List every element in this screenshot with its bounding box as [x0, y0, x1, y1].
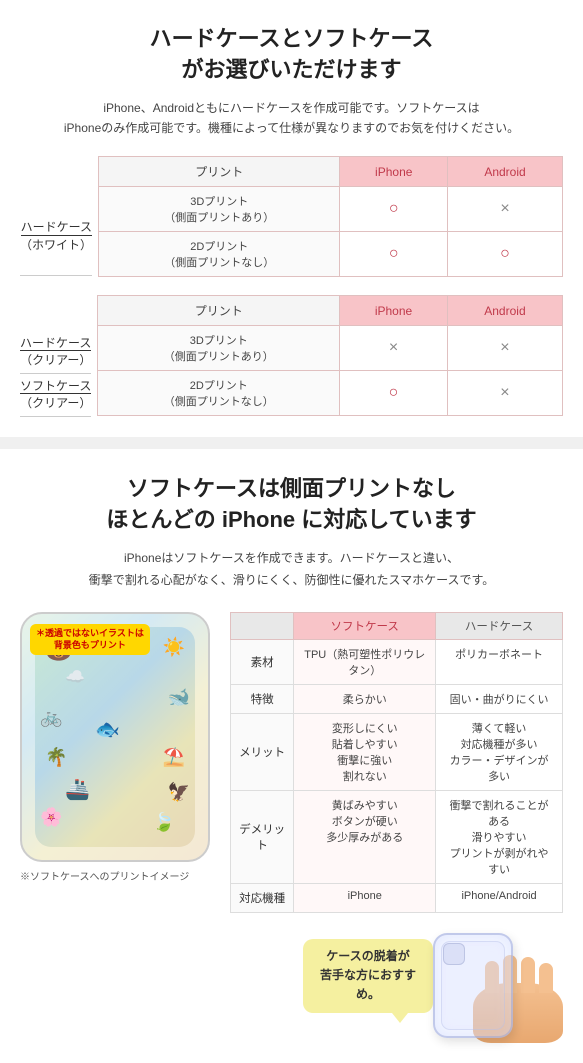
finger2: [521, 957, 535, 993]
col-android-1: Android: [448, 157, 563, 187]
phone-inner: 🐻 ☀️ ☁️ 🐋 🚲 🐟 🌴 ⛱️ 🚢 🦅 🌸 🍃: [35, 627, 195, 847]
table-row: 3Dプリント（側面プリントあり） × ×: [98, 326, 563, 371]
iphone-3d-clear: ×: [340, 326, 448, 371]
comp-soft-device: iPhone: [294, 883, 436, 912]
section2-desc: iPhoneはソフトケースを作成できます。ハードケースと違い、衝撃で割れる心配が…: [20, 548, 563, 591]
android-3d-clear: ×: [447, 326, 562, 371]
side-label-soft-clear: ソフトケース（クリアー）: [20, 374, 91, 417]
comp-label-feature: 特徴: [231, 684, 294, 713]
section2-title: ソフトケースは側面プリントなしほとんどの iPhone に対応しています: [20, 473, 563, 537]
bottom-area: ケースの脱着が苦手な方におすすめ。: [20, 923, 563, 1043]
col-iphone-1: iPhone: [340, 157, 448, 187]
table-row: 2Dプリント（側面プリントなし） ○ ×: [98, 371, 563, 416]
android-3d-white: ×: [448, 187, 563, 232]
comp-table: ソフトケース ハードケース 素材 TPU（熱可塑性ポリウレタン） ポリカーボネー…: [230, 612, 563, 913]
sticker-bird: 🦅: [168, 782, 190, 803]
sticker-fish: 🐟: [95, 717, 120, 742]
comp-hard-demerit: 衝撃で割れることがある滑りやすいプリントが剥がれやすい: [436, 790, 563, 883]
speech-bubble-tail: [392, 1013, 408, 1023]
section1-title: ハードケースとソフトケースがお選びいただけます: [20, 24, 563, 86]
iphone-2d-clear: ○: [340, 371, 448, 416]
print-label-2d-clear: 2Dプリント（側面プリントなし）: [98, 371, 340, 416]
sticker-whale: 🐋: [168, 687, 190, 708]
sticker-tree: 🌴: [45, 747, 67, 768]
comp-label-merit: メリット: [231, 713, 294, 790]
sticker-container: 🐻 ☀️ ☁️ 🐋 🚲 🐟 🌴 ⛱️ 🚢 🦅 🌸 🍃: [35, 627, 195, 847]
table2-side-labels: ハードケース（クリアー） ソフトケース（クリアー）: [20, 295, 97, 416]
clear-case-area: [433, 933, 563, 1043]
table-row: 2Dプリント（側面プリントなし） ○ ○: [99, 232, 563, 277]
print-label-3d: 3Dプリント（側面プリントあり）: [99, 187, 340, 232]
comp-row-device: 対応機種 iPhone iPhone/Android: [231, 883, 563, 912]
row-header-hard-white: ハードケース（ホワイト）: [20, 196, 92, 276]
sticker-flower: 🌸: [40, 807, 62, 828]
sticker-umbrella: ⛱️: [163, 747, 185, 768]
comp-col-empty: [231, 612, 294, 639]
speech-bubble: ケースの脱着が苦手な方におすすめ。: [303, 939, 433, 1013]
comp-soft-merit: 変形しにくい貼着しやすい衝撃に強い割れない: [294, 713, 436, 790]
iphone-2d-white: ○: [340, 232, 448, 277]
camera-cutout: [443, 943, 465, 965]
android-2d-white: ○: [448, 232, 563, 277]
iphone-3d-white: ○: [340, 187, 448, 232]
comp-hard-merit: 薄くて軽い対応機種が多いカラー・デザインが多い: [436, 713, 563, 790]
comp-table-wrap: ソフトケース ハードケース 素材 TPU（熱可塑性ポリウレタン） ポリカーボネー…: [230, 612, 563, 913]
table1-row-headers: ハードケース（ホワイト）: [20, 156, 98, 277]
comp-col-hard: ハードケース: [436, 612, 563, 639]
section1-desc: iPhone、Androidともにハードケースを作成可能です。ソフトケースはiP…: [20, 98, 563, 139]
comp-soft-feature: 柔らかい: [294, 684, 436, 713]
col-android-2: Android: [447, 296, 562, 326]
side-label-hard-clear: ハードケース（クリアー）: [20, 331, 91, 374]
table2: プリント iPhone Android 3Dプリント（側面プリントあり） × ×…: [97, 295, 563, 416]
print-label-3d-clear: 3Dプリント（側面プリントあり）: [98, 326, 340, 371]
comp-hard-material: ポリカーボネート: [436, 639, 563, 684]
table2-wrap: ハードケース（クリアー） ソフトケース（クリアー） プリント iPhone An…: [20, 295, 563, 416]
col-print: プリント: [99, 157, 340, 187]
comparison-area: ＊透過ではないイラストは背景色もプリント 🐻 ☀️ ☁️ 🐋 🚲 🐟 🌴 ⛱️ …: [20, 612, 563, 913]
phone-label: ＊透過ではないイラストは背景色もプリント: [30, 624, 150, 655]
phone-mockup: ＊透過ではないイラストは背景色もプリント 🐻 ☀️ ☁️ 🐋 🚲 🐟 🌴 ⛱️ …: [20, 612, 210, 862]
sticker-cloud: ☁️: [65, 667, 85, 687]
col-iphone-2: iPhone: [340, 296, 448, 326]
comp-hard-device: iPhone/Android: [436, 883, 563, 912]
phone-note: ※ソフトケースへのプリントイメージ: [20, 868, 220, 883]
sticker-leaf: 🍃: [153, 812, 175, 833]
sticker-sun: ☀️: [163, 637, 185, 658]
table1: プリント iPhone Android 3Dプリント（側面プリントあり） ○ ×…: [98, 156, 563, 277]
comp-hard-feature: 固い・曲がりにくい: [436, 684, 563, 713]
comp-label-material: 素材: [231, 639, 294, 684]
sticker-ship: 🚢: [65, 777, 90, 802]
clear-case-render: [433, 933, 513, 1038]
col-print-2: プリント: [98, 296, 340, 326]
android-2d-clear: ×: [447, 371, 562, 416]
table1-wrap: ハードケース（ホワイト） プリント iPhone Android 3Dプリント（…: [20, 156, 563, 277]
comp-soft-material: TPU（熱可塑性ポリウレタン）: [294, 639, 436, 684]
comp-row-demerit: デメリット 黄ばみやすいボタンが硬い多少厚みがある 衝撃で割れることがある滑りや…: [231, 790, 563, 883]
section1: ハードケースとソフトケースがお選びいただけます iPhone、Androidとも…: [0, 0, 583, 437]
comp-row-material: 素材 TPU（熱可塑性ポリウレタン） ポリカーボネート: [231, 639, 563, 684]
comp-label-device: 対応機種: [231, 883, 294, 912]
comp-label-demerit: デメリット: [231, 790, 294, 883]
comp-row-merit: メリット 変形しにくい貼着しやすい衝撃に強い割れない 薄くて軽い対応機種が多いカ…: [231, 713, 563, 790]
print-label-2d: 2Dプリント（側面プリントなし）: [99, 232, 340, 277]
comp-row-feature: 特徴 柔らかい 固い・曲がりにくい: [231, 684, 563, 713]
row-header-spacer: [20, 158, 92, 194]
phone-image-col: ＊透過ではないイラストは背景色もプリント 🐻 ☀️ ☁️ 🐋 🚲 🐟 🌴 ⛱️ …: [20, 612, 220, 883]
comp-soft-demerit: 黄ばみやすいボタンが硬い多少厚みがある: [294, 790, 436, 883]
finger1: [539, 963, 553, 993]
section-divider: [0, 437, 583, 449]
section2: ソフトケースは側面プリントなしほとんどの iPhone に対応しています iPh…: [0, 449, 583, 1063]
table-row: 3Dプリント（側面プリントあり） ○ ×: [99, 187, 563, 232]
comp-col-soft: ソフトケース: [294, 612, 436, 639]
sticker-bike: 🚲: [40, 707, 62, 728]
